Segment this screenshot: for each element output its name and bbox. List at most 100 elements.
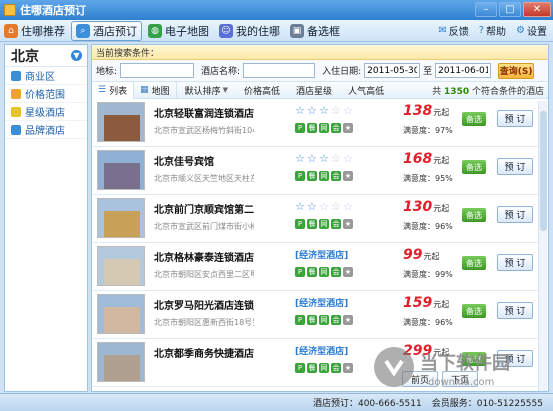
book-button[interactable]: 预 订 [497,302,533,319]
toolbar-item-label: 酒店预订 [93,24,137,38]
toolbar-item-3[interactable]: ☺ 我的住哪 [215,21,284,41]
add-favorite-button[interactable]: 备选 [462,256,486,270]
window-title: 住哪酒店预订 [20,4,86,17]
facility-icons: P 餐网会 ★ [295,171,353,181]
search-condition-bar: 当前搜索条件： [92,45,548,60]
scrollbar-thumb[interactable] [540,111,547,231]
hotel-thumbnail[interactable] [97,342,145,382]
toolbar-right-item-1[interactable]: ? 帮助 [475,21,510,41]
sidebar-item-0[interactable]: 商业区 [5,67,87,85]
hotel-price: 99元起 [403,247,439,263]
sort-star[interactable]: 酒店星级 [288,84,340,97]
sort-default-label: 默认排序 [184,86,221,97]
facility-icons: P 餐网会 ★ [295,219,353,229]
hotel-name[interactable]: 北京佳号宾馆 [154,153,214,168]
star-empty-icon: ☆ [331,152,341,165]
sidebar-item-label: 价格范围 [25,90,65,101]
hotel-name-input[interactable] [243,63,316,78]
hotel-thumbnail[interactable] [97,198,145,238]
search-button[interactable]: 查询(S) [498,62,535,79]
star-empty-icon: ☆ [331,200,341,213]
sort-bar: ☰ 列表 ▦ 地图 默认排序 ▼ 价格高低 酒店星级 人气高低 共 1350 个符… [92,81,548,99]
hotel-thumbnail[interactable] [97,150,145,190]
sidebar-item-icon [11,106,21,117]
hotel-thumbnail[interactable] [97,294,145,334]
add-favorite-button[interactable]: 备选 [462,208,486,222]
facility-icon: ★ [343,219,353,229]
sort-popularity[interactable]: 人气高低 [340,84,392,97]
place-label: 地标: [96,67,118,77]
place-input[interactable] [120,63,195,78]
maximize-icon[interactable]: □ [499,2,521,17]
checkin-date-input[interactable] [364,63,421,78]
close-icon[interactable]: ✕ [523,2,551,17]
facility-icon: P [295,315,305,325]
search-form: 地标: 酒店名称: 入住日期: 至 查询(S) [92,60,548,82]
hotel-type-label: [经济型酒店] [295,251,349,261]
book-button[interactable]: 预 订 [497,110,533,127]
tab-list-view[interactable]: ☰ 列表 [92,81,135,99]
hotel-name[interactable]: 北京轻联富润连锁酒店 [154,105,254,120]
hotel-name[interactable]: 北京格林豪泰连锁酒店 [154,249,254,264]
watermark-title: 当下软件园 [420,352,510,374]
toolbar-item-0[interactable]: ⌂ 住哪推荐 [0,21,69,41]
hotel-row[interactable]: 北京格林豪泰连锁酒店 北京市朝阳区安贞西里二区甲 [经济型酒店] P 餐网会 ★ 99元起满… [92,243,538,291]
toolbar-item-1[interactable]: ⌕ 酒店预订 [71,20,142,41]
hotel-thumbnail[interactable] [97,246,145,286]
facility-icon: 会 [331,267,341,277]
toolbar-right-label: 设置 [527,27,547,38]
book-button[interactable]: 预 订 [497,158,533,175]
chevron-down-icon[interactable]: ▼ [71,50,82,61]
sidebar: 北京 ▼ 商业区价格范围星级酒店品牌酒店 [4,44,88,392]
sort-default[interactable]: 默认排序 ▼ [177,84,236,97]
add-favorite-button[interactable]: 备选 [462,112,486,126]
hotline-text: 酒店预订：400-666-5511 [312,399,422,409]
satisfaction-rate: 满意度：95% [403,174,453,183]
hotel-row[interactable]: 北京前门京顺宾馆第二北京市宣武区前门煤市街小椿树☆☆☆☆☆P餐网会★130元起满… [92,195,538,243]
toolbar-right-item-2[interactable]: ⚙ 设置 [512,21,551,41]
minimize-icon[interactable]: – [475,2,497,17]
result-prefix: 共 [432,86,442,97]
facility-icon: 会 [331,123,341,133]
star-filled-icon: ☆ [319,104,329,117]
sidebar-item-2[interactable]: 星级酒店 [5,103,87,121]
star-empty-icon: ☆ [343,152,353,165]
hotel-name[interactable]: 北京罗马阳光酒店连锁 [154,297,254,312]
facility-icon: P [295,171,305,181]
checkout-date-input[interactable] [435,63,492,78]
facility-icon: 餐 [307,123,317,133]
hotel-row[interactable]: 北京轻联富润连锁酒店 北京市宣武区杨梅竹斜街104 ☆ ☆ ☆ ☆ ☆ P 餐网会 ★ 138元起满… [92,99,538,147]
book-button[interactable]: 预 订 [497,206,533,223]
hotel-name[interactable]: 北京前门京顺宾馆第二 [154,201,254,216]
city-selector[interactable]: 北京 ▼ [5,45,87,67]
city-label: 北京 [11,48,39,65]
add-favorite-button[interactable]: 备选 [462,304,486,318]
sidebar-item-label: 品牌酒店 [25,126,65,137]
toolbar-item-4[interactable]: ▣ 备选框 [286,21,344,41]
hotel-row[interactable]: 北京罗马阳光酒店连锁北京市朝阳区惠新西街18号罗马 [经济型酒店] P餐网会★ 159… [92,291,538,339]
thumbnail-building [104,259,140,285]
toolbar-item-2[interactable]: ◍ 电子地图 [144,21,213,41]
date-separator: 至 [423,67,433,77]
add-favorite-button[interactable]: 备选 [462,160,486,174]
hotel-thumbnail[interactable] [97,102,145,142]
book-button[interactable]: 预 订 [497,254,533,271]
hotel-row[interactable]: 北京佳号宾馆 北京市顺义区天竺地区天柱东 ☆ ☆ ☆ ☆ ☆ P 餐网会 ★ 168元起 满意度：95… [92,147,538,195]
sidebar-item-3[interactable]: 品牌酒店 [5,121,87,139]
price-unit: 元起 [433,300,450,309]
facility-icon: 网 [319,219,329,229]
sidebar-item-1[interactable]: 价格范围 [5,85,87,103]
main-toolbar: ⌂ 住哪推荐 ⌕ 酒店预订 ◍ 电子地图 ☺ 我的住哪 ▣ 备选框 ✉ 反馈? 帮助 ⚙ 设置 [0,20,553,42]
toolbar-item-label: 备选框 [307,24,340,38]
hotel-name[interactable]: 北京都季商务快捷酒店 [154,345,254,360]
toolbar-right-item-0[interactable]: ✉ 反馈 [434,21,472,41]
gear-icon: ⚙ [516,25,525,36]
toolbar-right-label: 帮助 [486,27,507,38]
sort-price[interactable]: 价格高低 [236,84,288,97]
car-icon: ▣ [290,23,304,38]
tab-map-view[interactable]: ▦ 地图 [134,81,177,99]
app-logo-icon [4,4,16,16]
facility-icon: 网 [319,315,329,325]
watermark-logo: 当下软件园 downxia.com [374,347,510,388]
star-empty-icon: ☆ [343,200,353,213]
